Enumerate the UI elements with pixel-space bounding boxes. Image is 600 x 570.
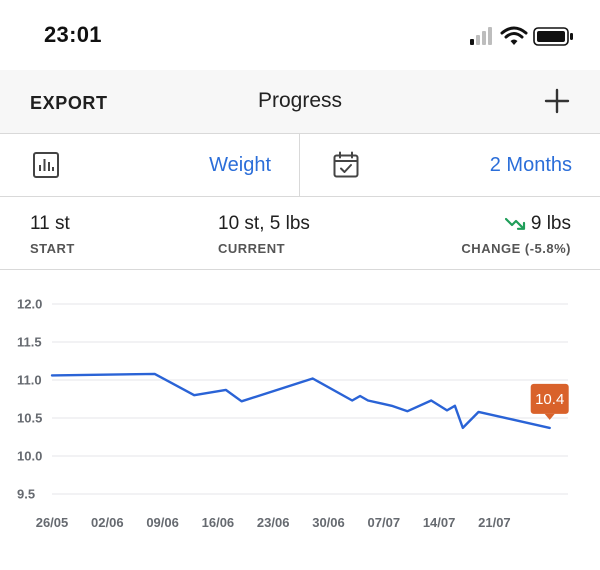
status-time: 23:01 xyxy=(44,22,102,48)
metric-selector[interactable]: Weight xyxy=(0,134,300,196)
y-tick-label: 11.0 xyxy=(17,373,42,388)
y-tick-label: 11.5 xyxy=(17,335,42,350)
page-title: Progress xyxy=(0,89,600,113)
last-value-callout: 10.4 xyxy=(531,384,569,420)
callout-tip xyxy=(545,414,555,420)
series-layer xyxy=(52,374,550,428)
range-selector[interactable]: 2 Months xyxy=(300,134,600,196)
x-tick-label: 14/07 xyxy=(423,515,456,530)
x-tick-label: 16/06 xyxy=(202,515,235,530)
weight-series-line xyxy=(52,374,550,428)
callout-label: 10.4 xyxy=(535,391,564,408)
x-tick-label: 02/06 xyxy=(91,515,124,530)
current-stat: 10 st, 5 lbs CURRENT xyxy=(218,213,310,256)
change-stat: 9 lbs CHANGE (-5.8%) xyxy=(461,213,571,256)
change-value-row: 9 lbs xyxy=(461,213,571,235)
change-value: 9 lbs xyxy=(531,213,571,234)
chart-svg: 12.0 11.5 11.0 10.5 10.0 9.5 26/05 02/06 09/06 1… xyxy=(0,270,600,565)
current-value: 10 st, 5 lbs xyxy=(218,213,310,235)
x-tick-label: 21/07 xyxy=(478,515,511,530)
summary-panel: 11 st START 10 st, 5 lbs CURRENT 9 lbs C… xyxy=(0,197,600,270)
signal-icon xyxy=(470,27,492,45)
metric-value[interactable]: Weight xyxy=(209,154,271,177)
bar-chart-icon xyxy=(32,151,60,179)
x-axis: 26/05 02/06 09/06 16/06 23/06 30/06 07/07 14/07… xyxy=(36,515,511,530)
plus-icon[interactable] xyxy=(542,86,572,116)
selector-bar: Weight 2 Months xyxy=(0,134,600,197)
battery-icon xyxy=(534,28,573,45)
calendar-check-icon xyxy=(332,151,360,179)
grid-layer xyxy=(52,304,568,494)
y-axis: 12.0 11.5 11.0 10.5 10.0 9.5 xyxy=(17,297,42,502)
range-value[interactable]: 2 Months xyxy=(490,154,572,177)
x-tick-label: 09/06 xyxy=(146,515,179,530)
status-icons xyxy=(468,24,578,48)
current-label: CURRENT xyxy=(218,241,310,256)
start-label: START xyxy=(30,241,75,256)
change-label: CHANGE (-5.8%) xyxy=(461,241,571,256)
y-tick-label: 9.5 xyxy=(17,487,35,502)
y-tick-label: 12.0 xyxy=(17,297,42,312)
wifi-icon xyxy=(502,28,526,45)
y-tick-label: 10.5 xyxy=(17,411,42,426)
y-tick-label: 10.0 xyxy=(17,449,42,464)
start-stat: 11 st START xyxy=(30,213,75,256)
x-tick-label: 23/06 xyxy=(257,515,290,530)
nav-bar: EXPORT Progress xyxy=(0,70,600,134)
x-tick-label: 26/05 xyxy=(36,515,69,530)
x-tick-label: 07/07 xyxy=(368,515,401,530)
weight-chart: 12.0 11.5 11.0 10.5 10.0 9.5 26/05 02/06 09/06 1… xyxy=(0,270,600,565)
callout-layer: 10.4 xyxy=(531,384,569,420)
x-tick-label: 30/06 xyxy=(312,515,345,530)
start-value: 11 st xyxy=(30,213,75,235)
status-bar: 23:01 xyxy=(0,0,600,70)
trend-down-icon xyxy=(505,216,527,232)
